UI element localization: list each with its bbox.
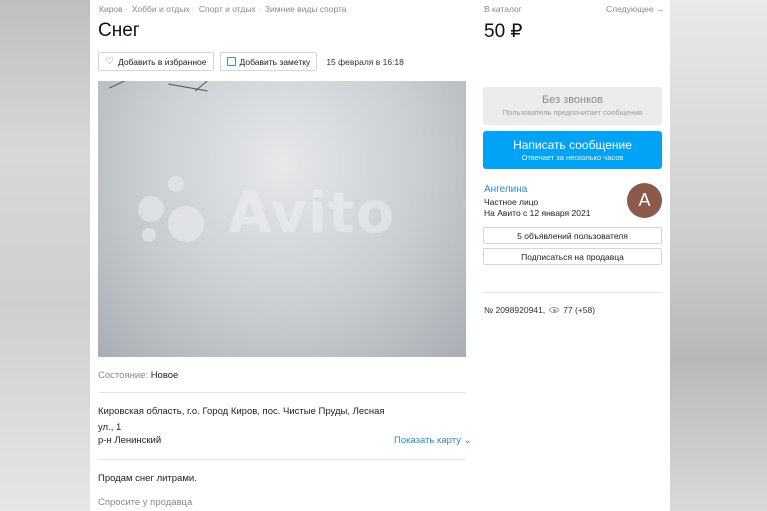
add-to-favorites-button[interactable]: ♡ Добавить в избранное	[98, 52, 214, 71]
divider	[98, 392, 466, 393]
watermark-text: Avito	[228, 181, 396, 246]
district: р-н Ленинский	[98, 435, 162, 446]
page-title: Снег	[98, 20, 140, 41]
address: Кировская область, г.о. Город Киров, пос…	[98, 404, 388, 436]
no-calls-subtitle: Пользователь предпочитает сообщения	[502, 108, 643, 117]
add-note-button[interactable]: Добавить заметку	[219, 52, 318, 71]
divider	[98, 459, 466, 460]
chevron-down-icon: ⌄	[463, 435, 472, 446]
ad-number: № 2098920941,	[484, 305, 546, 315]
price: 50 ₽	[484, 21, 523, 42]
breadcrumb-item[interactable]: Зимние виды спорта	[265, 4, 347, 14]
write-message-title: Написать сообщение	[513, 138, 632, 152]
breadcrumb-item[interactable]: Спорт и отдых	[199, 4, 256, 14]
write-message-button[interactable]: Написать сообщение Отвечает за несколько…	[483, 131, 662, 169]
heart-icon: ♡	[105, 55, 114, 67]
condition-value: Новое	[150, 370, 179, 381]
breadcrumb-separator: ·	[257, 4, 261, 14]
description: Продам снег литрами.	[98, 473, 197, 484]
listing-page: Киров · Хобби и отдых · Спорт и отдых · Зим…	[90, 0, 670, 511]
breadcrumb-item[interactable]: Киров	[99, 4, 123, 14]
add-to-favorites-label: Добавить в избранное	[117, 56, 207, 67]
listing-actions: ♡ Добавить в избранное Добавить заметку …	[98, 52, 404, 71]
add-note-label: Добавить заметку	[239, 56, 311, 67]
write-message-subtitle: Отвечает за несколько часов	[521, 153, 624, 162]
next-listing-link[interactable]: Следующее →	[606, 4, 664, 14]
breadcrumb-item[interactable]: Хобби и отдых	[132, 4, 190, 14]
publish-date: 15 февраля в 16:18	[326, 56, 404, 67]
address-line: Кировская область, г.о. Город Киров, пос…	[98, 406, 385, 417]
seller-name-link[interactable]: Ангелина	[484, 184, 527, 195]
avatar[interactable]: А	[627, 183, 662, 218]
subscribe-seller-button[interactable]: Подписаться на продавца	[483, 248, 662, 265]
breadcrumb-separator: ·	[191, 4, 195, 14]
backdrop-left	[0, 0, 90, 511]
ask-seller-heading: Спросите у продавца	[98, 497, 193, 508]
breadcrumb: Киров · Хобби и отдых · Спорт и отдых · Зим…	[99, 4, 347, 14]
address-line: ул., 1	[98, 422, 122, 433]
condition-row: Состояние: Новое	[98, 370, 178, 381]
show-map-link[interactable]: Показать карту ⌄	[394, 435, 472, 446]
avito-logo-icon	[138, 176, 218, 251]
condition-label: Состояние:	[98, 370, 149, 381]
divider	[483, 292, 662, 293]
backdrop-right	[670, 0, 767, 511]
views-count: 77 (+58)	[563, 305, 596, 315]
seller-type: Частное лицо	[484, 197, 539, 207]
seller-ads-button[interactable]: 5 объявлений пользователя	[483, 227, 662, 244]
listing-photo[interactable]: Avito	[98, 81, 466, 357]
eye-icon	[549, 307, 560, 313]
show-map-label: Показать карту	[394, 435, 461, 446]
listing-meta: № 2098920941, 77 (+58)	[484, 305, 595, 315]
breadcrumb-separator: ·	[124, 4, 128, 14]
branch-decoration	[108, 81, 130, 89]
note-icon	[226, 57, 236, 66]
to-catalog-link[interactable]: В каталог	[484, 4, 522, 14]
seller-since: На Авито с 12 января 2021	[484, 208, 591, 218]
no-calls-title: Без звонков	[541, 94, 604, 106]
avito-watermark: Avito	[138, 176, 395, 251]
no-calls-notice: Без звонков Пользователь предпочитает со…	[483, 87, 662, 125]
